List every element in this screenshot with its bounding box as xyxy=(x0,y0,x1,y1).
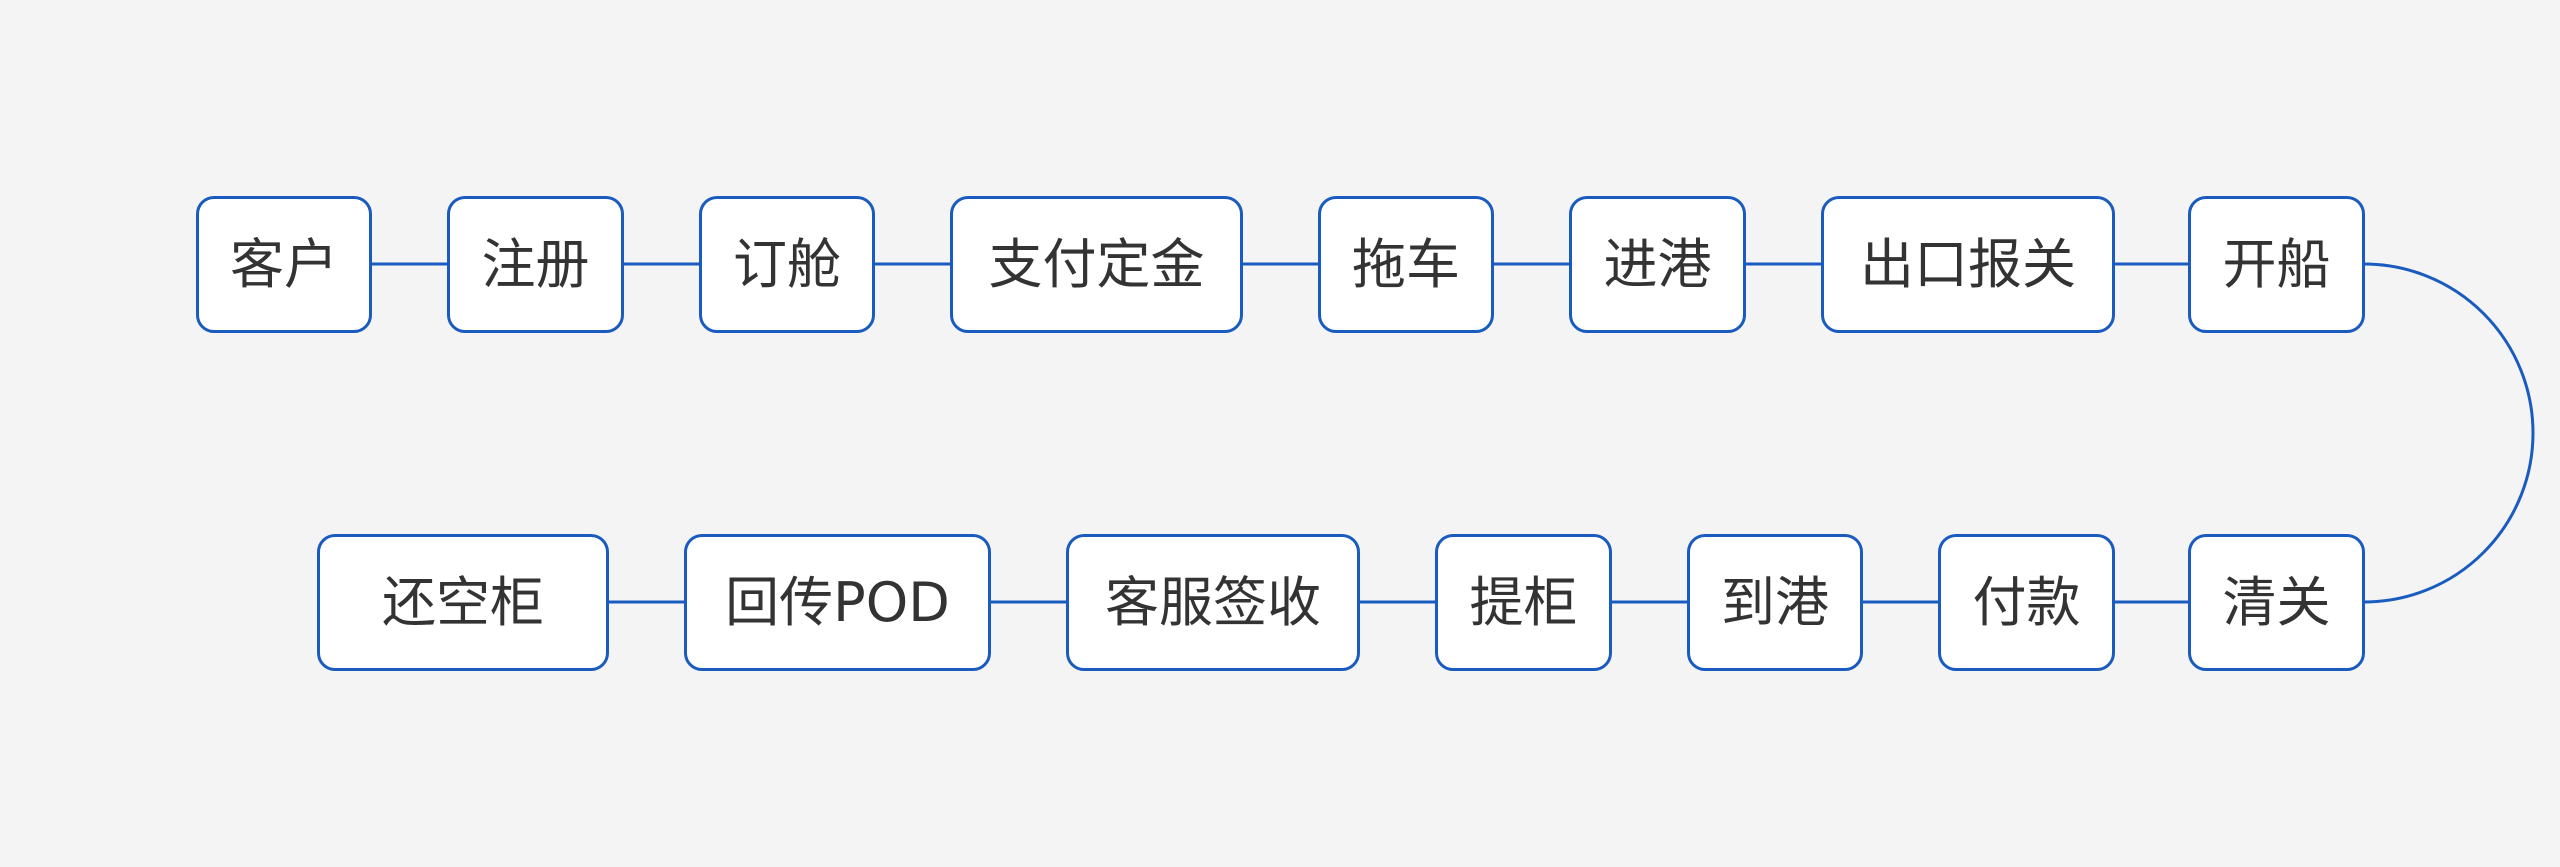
node-label: 开船 xyxy=(2222,232,2331,296)
node-payment[interactable]: 付款 xyxy=(1938,534,2115,671)
node-label: 清关 xyxy=(2222,570,2331,634)
node-export-declaration[interactable]: 出口报关 xyxy=(1821,196,2115,333)
node-trucking[interactable]: 拖车 xyxy=(1318,196,1494,333)
node-label: 客服签收 xyxy=(1105,570,1321,634)
node-label: 付款 xyxy=(1972,570,2081,634)
node-label: 订舱 xyxy=(733,232,841,296)
node-label: 出口报关 xyxy=(1860,232,2076,296)
node-sailing[interactable]: 开船 xyxy=(2188,196,2365,333)
connector-layer xyxy=(372,262,2535,604)
node-label: 到港 xyxy=(1721,570,1829,634)
node-label: 提柜 xyxy=(1469,570,1578,634)
node-return-empty-container[interactable]: 还空柜 xyxy=(317,534,609,671)
node-pay-deposit[interactable]: 支付定金 xyxy=(950,196,1243,333)
node-container-pickup[interactable]: 提柜 xyxy=(1435,534,1612,671)
node-return-pod[interactable]: 回传POD xyxy=(684,534,991,671)
node-customer[interactable]: 客户 xyxy=(196,196,372,333)
node-label: 支付定金 xyxy=(988,232,1205,296)
node-customs-clearance[interactable]: 清关 xyxy=(2188,534,2365,671)
node-port-entry[interactable]: 进港 xyxy=(1569,196,1746,333)
node-arrival[interactable]: 到港 xyxy=(1687,534,1863,671)
node-customer-service-receipt[interactable]: 客服签收 xyxy=(1066,534,1360,671)
node-label: 进港 xyxy=(1603,232,1712,296)
node-booking[interactable]: 订舱 xyxy=(699,196,875,333)
node-register[interactable]: 注册 xyxy=(447,196,624,333)
node-label: 注册 xyxy=(481,232,590,296)
node-label: 还空柜 xyxy=(382,570,544,634)
connector-arc xyxy=(2363,262,2535,604)
node-label: 客户 xyxy=(230,232,338,296)
node-label: 回传POD xyxy=(725,570,950,634)
node-label: 拖车 xyxy=(1352,232,1460,296)
